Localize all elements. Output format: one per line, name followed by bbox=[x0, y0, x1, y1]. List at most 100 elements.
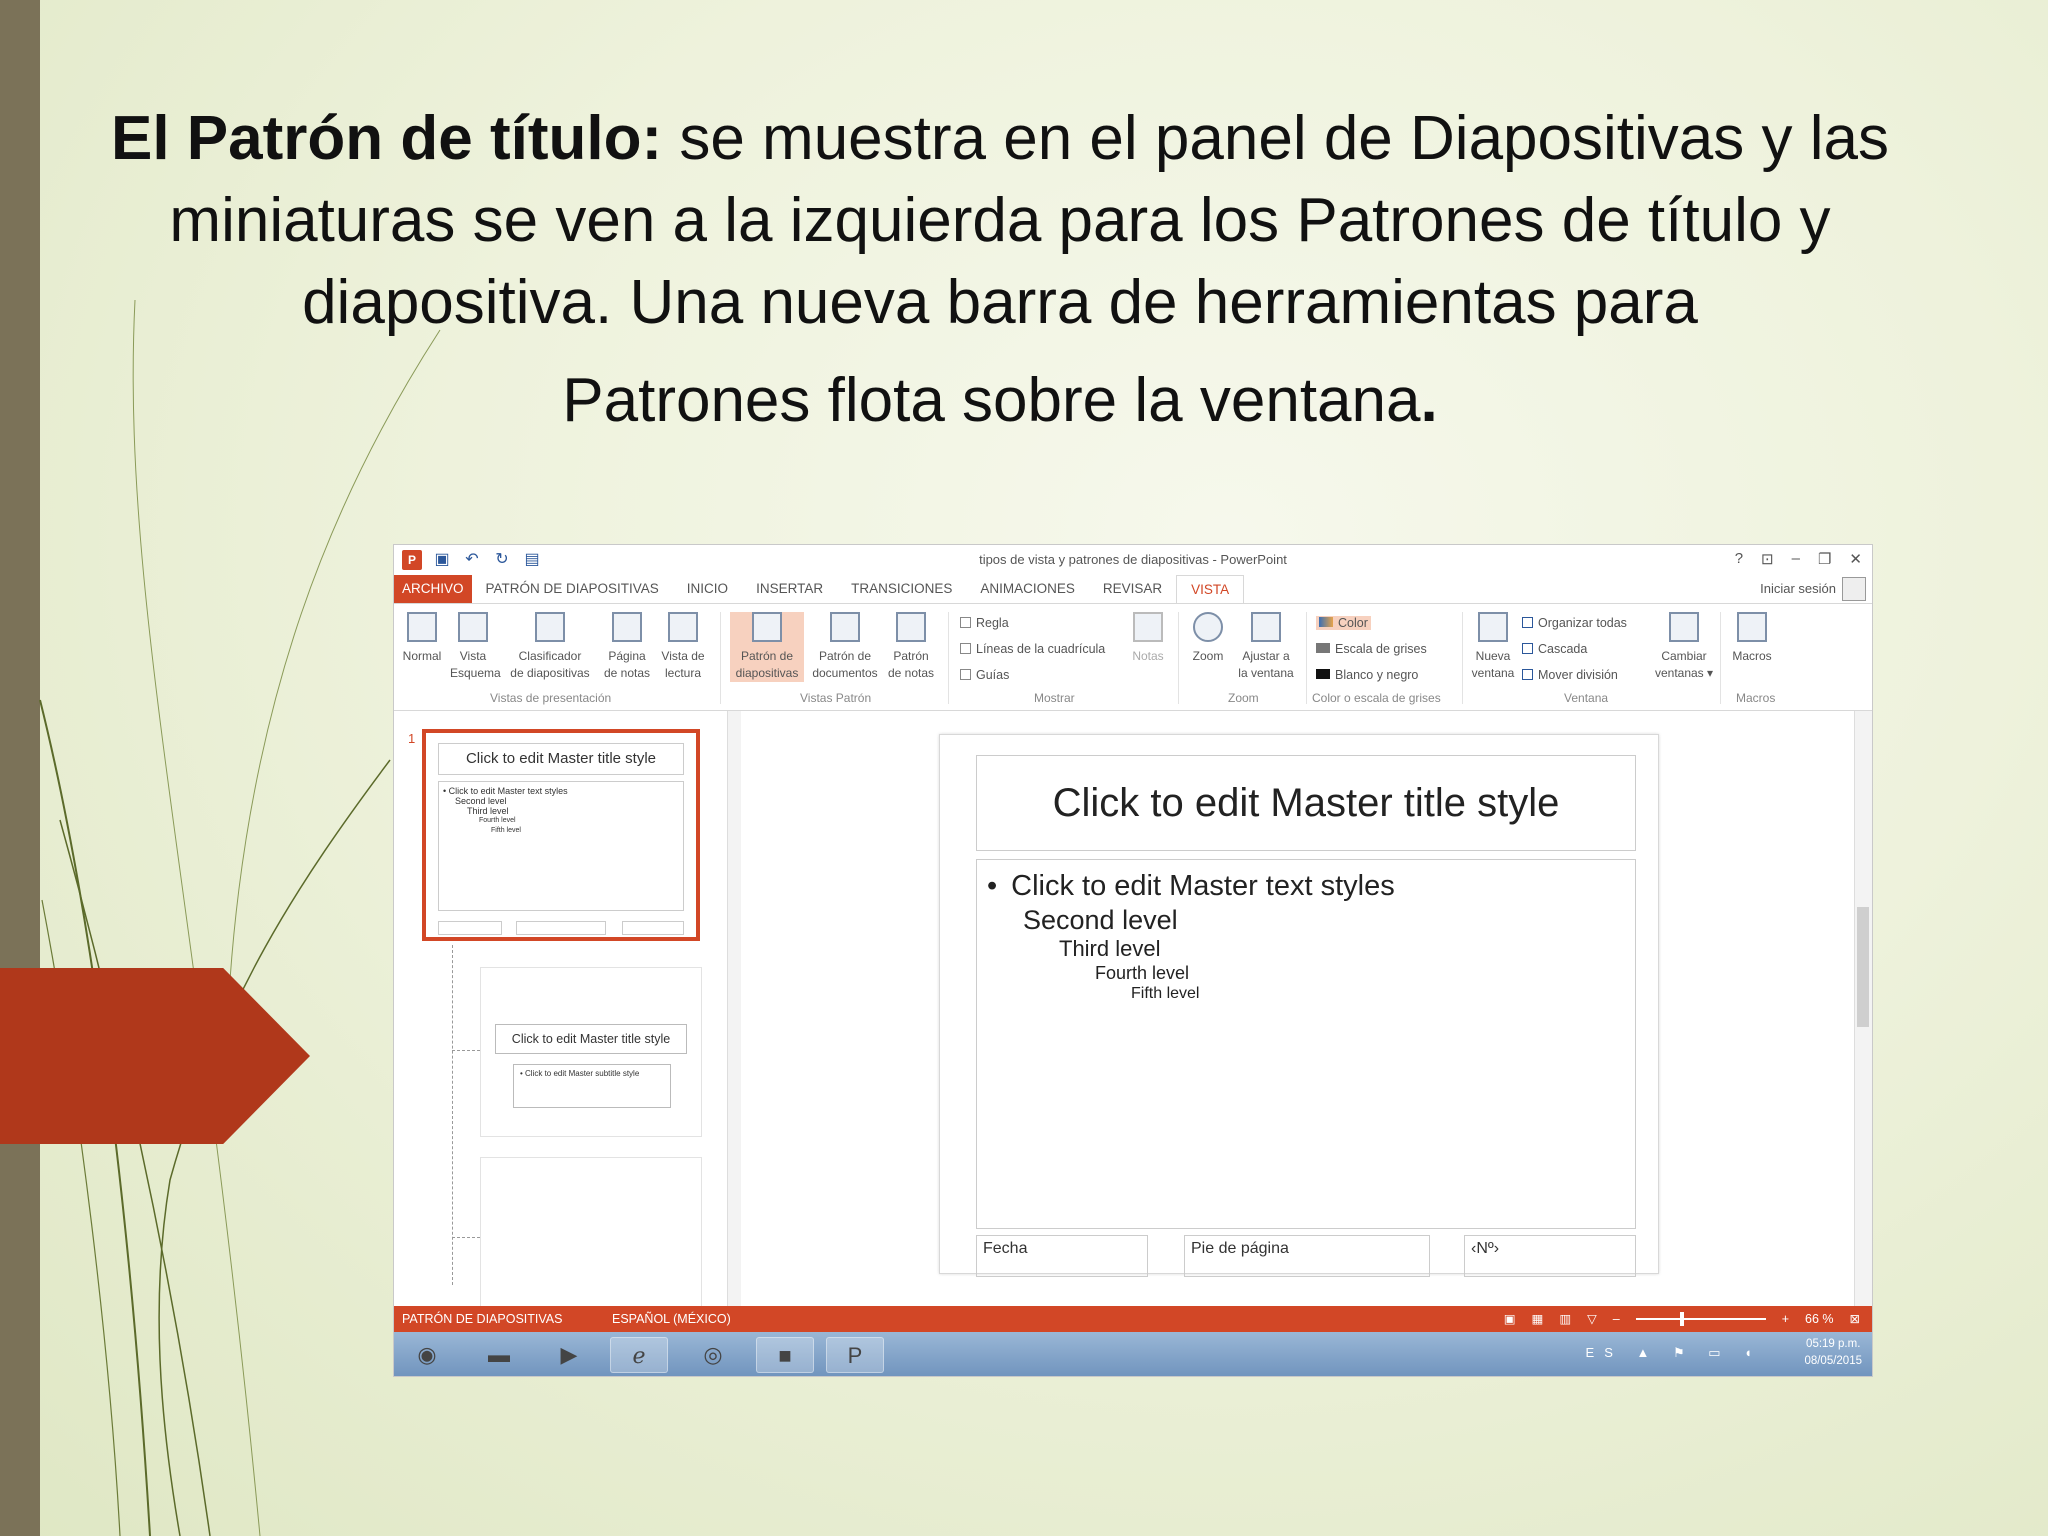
input-language[interactable]: ES bbox=[1586, 1345, 1623, 1360]
notes-page-icon bbox=[612, 612, 642, 642]
explorer-taskbar-button[interactable]: ▬ bbox=[470, 1337, 528, 1373]
zoom-slider-knob[interactable] bbox=[1679, 1312, 1684, 1326]
minimize-icon[interactable]: – bbox=[1792, 550, 1800, 568]
ruler-checkbox[interactable]: Regla bbox=[960, 616, 1009, 630]
ie-taskbar-button[interactable]: ℯ bbox=[610, 1337, 668, 1373]
reading-view-button[interactable]: Vista de lectura bbox=[656, 612, 710, 682]
new-window-button[interactable]: Nueva ventana bbox=[1468, 612, 1518, 682]
ribbon-separator bbox=[720, 612, 721, 704]
guides-label: Guías bbox=[976, 668, 1010, 682]
thumbnail-number: 1 bbox=[408, 731, 416, 746]
media-player-taskbar-button[interactable]: ▶ bbox=[540, 1337, 598, 1373]
layout-thumbnail[interactable] bbox=[480, 1157, 702, 1317]
text-level-2: Second level bbox=[1023, 905, 1178, 935]
outline-label-1: Vista bbox=[459, 649, 487, 663]
slide-master-button[interactable]: Patrón de diapositivas bbox=[730, 612, 804, 682]
avatar[interactable] bbox=[1842, 577, 1866, 601]
guides-checkbox[interactable]: Guías bbox=[960, 668, 1009, 682]
system-tray[interactable]: ES ▲ ⚑ ▭ ◖ bbox=[1586, 1345, 1762, 1361]
slide-sorter-button[interactable]: Clasificador de diapositivas bbox=[506, 612, 594, 682]
fit-slide-icon[interactable]: ⊠ bbox=[1850, 1306, 1860, 1332]
powerpoint-taskbar-button[interactable]: P bbox=[826, 1337, 884, 1373]
macros-icon bbox=[1737, 612, 1767, 642]
thumbnail-line: Second level bbox=[455, 796, 507, 806]
vertical-scrollbar[interactable] bbox=[1854, 711, 1872, 1306]
layout-connector bbox=[452, 1050, 480, 1051]
gridlines-checkbox[interactable]: Líneas de la cuadrícula bbox=[960, 642, 1105, 656]
zoom-out-icon[interactable]: – bbox=[1613, 1306, 1620, 1332]
tab-insertar[interactable]: INSERTAR bbox=[742, 575, 837, 603]
arrange-all-button[interactable]: Organizar todas bbox=[1522, 616, 1627, 630]
date-placeholder[interactable]: Fecha bbox=[976, 1235, 1148, 1277]
tab-revisar[interactable]: REVISAR bbox=[1089, 575, 1176, 603]
normal-view-icon[interactable]: ▣ bbox=[1504, 1306, 1516, 1332]
powerpoint-icon: P bbox=[847, 1343, 863, 1368]
notes-button[interactable]: Notas bbox=[1130, 612, 1166, 665]
black-white-button[interactable]: Blanco y negro bbox=[1316, 668, 1418, 682]
title-layout-thumbnail[interactable]: Click to edit Master title style • Click… bbox=[480, 967, 702, 1137]
zoom-in-icon[interactable]: + bbox=[1782, 1306, 1789, 1332]
footer-placeholder[interactable]: Pie de página bbox=[1184, 1235, 1430, 1277]
chrome-taskbar-button[interactable]: ◎ bbox=[684, 1337, 742, 1373]
macros-label: Macros bbox=[1732, 649, 1772, 663]
tab-archivo[interactable]: ARCHIVO bbox=[394, 575, 472, 603]
close-icon[interactable]: ✕ bbox=[1849, 550, 1862, 568]
master-text-placeholder[interactable]: Click to edit Master text styles Second … bbox=[976, 859, 1636, 1229]
grayscale-icon bbox=[1316, 643, 1330, 653]
slide-master-thumbnail[interactable]: Click to edit Master title style • Click… bbox=[422, 729, 700, 941]
slideshow-icon[interactable]: ▽ bbox=[1587, 1306, 1597, 1332]
cascade-button[interactable]: Cascada bbox=[1522, 642, 1587, 656]
status-language[interactable]: ESPAÑOL (MÉXICO) bbox=[612, 1306, 731, 1332]
folder-icon: ▬ bbox=[488, 1342, 510, 1367]
ribbon-vista: Normal Vista Esquema Clasificador de diapo… bbox=[394, 603, 1872, 711]
group-label-mostrar: Mostrar bbox=[1034, 691, 1075, 705]
scrollbar-thumb[interactable] bbox=[1857, 907, 1869, 1027]
ribbon-separator bbox=[1306, 612, 1307, 704]
zoom-button[interactable]: Zoom bbox=[1186, 612, 1230, 665]
restore-icon[interactable]: ❐ bbox=[1818, 550, 1831, 568]
thumbnail-line: Third level bbox=[467, 806, 509, 816]
slide-heading: El Patrón de título: se muestra en el pa… bbox=[80, 98, 1920, 344]
ribbon-display-icon[interactable]: ⊡ bbox=[1761, 550, 1774, 568]
notes-page-label-1: Página bbox=[608, 649, 646, 663]
black-white-label: Blanco y negro bbox=[1335, 668, 1419, 682]
tab-vista[interactable]: VISTA bbox=[1176, 575, 1245, 603]
handout-master-icon bbox=[830, 612, 860, 642]
move-split-button[interactable]: Mover división bbox=[1522, 668, 1618, 682]
notes-master-button[interactable]: Patrón de notas bbox=[884, 612, 938, 682]
notes-master-icon bbox=[896, 612, 926, 642]
tab-transiciones[interactable]: TRANSICIONES bbox=[837, 575, 966, 603]
outline-view-button[interactable]: Vista Esquema bbox=[450, 612, 501, 682]
zoom-level[interactable]: 66 % bbox=[1805, 1306, 1834, 1332]
macros-button[interactable]: Macros bbox=[1728, 612, 1776, 665]
grayscale-button[interactable]: Escala de grises bbox=[1316, 642, 1427, 656]
help-icon[interactable]: ? bbox=[1735, 550, 1743, 568]
tab-animaciones[interactable]: ANIMACIONES bbox=[966, 575, 1089, 603]
slide-sorter-icon[interactable]: ▦ bbox=[1532, 1306, 1544, 1332]
group-label-presentacion: Vistas de presentación bbox=[490, 691, 612, 705]
notes-master-label-1: Patrón bbox=[893, 649, 929, 663]
group-label-color: Color o escala de grises bbox=[1312, 691, 1441, 705]
notes-page-button[interactable]: Página de notas bbox=[600, 612, 654, 682]
thumbnail-footer-date bbox=[438, 921, 502, 935]
new-window-icon bbox=[1478, 612, 1508, 642]
tab-patron-diapositivas[interactable]: PATRÓN DE DIAPOSITIVAS bbox=[472, 575, 673, 603]
reading-view-icon[interactable]: ▥ bbox=[1559, 1306, 1571, 1332]
switch-windows-button[interactable]: Cambiar ventanas ▾ bbox=[1654, 612, 1714, 682]
master-title-placeholder[interactable]: Click to edit Master title style bbox=[976, 755, 1636, 851]
normal-view-button[interactable]: Normal bbox=[400, 612, 444, 665]
signin-link[interactable]: Iniciar sesión bbox=[1760, 581, 1836, 596]
slide-number-placeholder[interactable]: ‹Nº› bbox=[1464, 1235, 1636, 1277]
color-button[interactable]: Color bbox=[1316, 616, 1371, 630]
fit-window-button[interactable]: Ajustar a la ventana bbox=[1234, 612, 1298, 682]
reading-view-icon bbox=[668, 612, 698, 642]
zoom-slider[interactable] bbox=[1635, 1312, 1766, 1326]
thumbnail-scrollbar[interactable] bbox=[727, 711, 741, 1306]
start-button[interactable]: ◉ bbox=[398, 1337, 456, 1373]
app-taskbar-button[interactable]: ■ bbox=[756, 1337, 814, 1373]
master-slide[interactable]: Click to edit Master title style Click t… bbox=[939, 734, 1659, 1277]
tab-inicio[interactable]: INICIO bbox=[673, 575, 742, 603]
taskbar-clock[interactable]: 05:19 p.m. 08/05/2015 bbox=[1804, 1336, 1862, 1370]
handout-master-button[interactable]: Patrón de documentos bbox=[808, 612, 882, 682]
status-controls: ▣ ▦ ▥ ▽ – + 66 % ⊠ bbox=[1504, 1306, 1860, 1332]
